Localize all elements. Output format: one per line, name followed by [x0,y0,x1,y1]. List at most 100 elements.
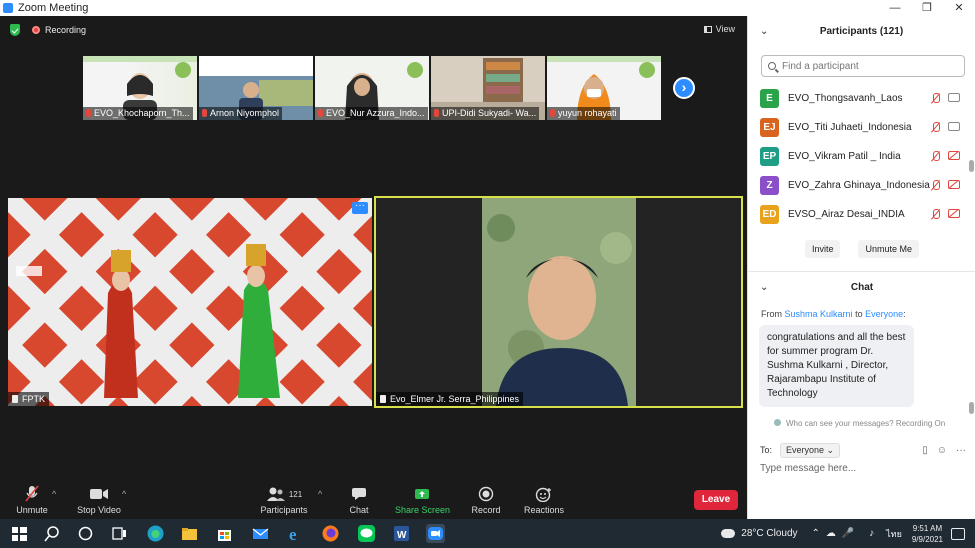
video-camera-icon[interactable] [948,122,960,131]
reactions-button[interactable]: Reactions [522,485,566,515]
gallery-tile-label: EVO_Khochaporn_Th... [83,107,193,120]
recording-dot-icon [32,26,40,34]
people-icon [774,419,781,426]
gallery-tile-label: EVO_Nur Azzura_Indo... [315,107,428,120]
search-placeholder: Find a participant [782,60,859,72]
invite-button[interactable]: Invite [804,240,841,258]
muted-mic-icon[interactable] [930,151,941,162]
video-tile-active-speaker[interactable]: Evo_Elmer Jr. Serra_Philippines [374,196,743,408]
store-icon[interactable] [215,524,234,543]
chat-sender[interactable]: Sushma Kulkarni [785,309,853,319]
participant-video-image [376,198,741,406]
participants-header: ⌄ Participants (121) [748,16,975,48]
recipient-select[interactable]: Everyone ⌄ [780,442,841,458]
input-language[interactable]: ไทย [886,527,902,541]
participants-actions: Invite Unmute Me [748,240,975,258]
windows-taskbar: e W 28°C Cloudy ⌃☁🎤 ♪ ไทย 9:51 AM 9/9/20… [0,519,975,548]
chat-message-input[interactable]: Type message here... [760,463,856,474]
minimize-button[interactable]: — [879,0,911,16]
muted-mic-icon [14,485,50,503]
emoji-icon[interactable]: ☺ [937,445,947,456]
mail-icon[interactable] [251,524,270,543]
close-button[interactable]: ✕ [943,0,975,16]
collapse-participants-chevron-icon[interactable]: ⌄ [760,16,768,48]
search-icon[interactable] [43,524,62,543]
zoom-app-icon [3,3,13,13]
participant-name: EVO_Vikram Patil _ India [788,151,901,162]
muted-mic-icon[interactable] [930,122,941,133]
collapse-chat-chevron-icon[interactable]: ⌄ [760,272,768,304]
zoom-taskbar-icon[interactable] [426,524,445,543]
video-off-icon[interactable] [948,151,960,160]
chat-recipient-bar: To: Everyone ⌄ ▯ ☺ ··· [760,442,966,458]
file-explorer-icon[interactable] [180,524,199,543]
gallery-tile[interactable]: EVO_Nur Azzura_Indo... [315,56,429,120]
security-shield-icon[interactable] [10,24,20,36]
edge-browser-icon[interactable] [146,524,165,543]
participant-row[interactable]: ED EVSO_Airaz Desai_INDIA [748,200,966,229]
participants-options-caret[interactable]: ^ [318,489,322,499]
participant-avatar: EP [760,147,779,166]
participant-search-input[interactable]: Find a participant [761,55,965,77]
participants-icon: 121 [258,485,310,503]
notifications-icon[interactable] [951,527,965,540]
word-icon[interactable]: W [392,524,411,543]
leave-button[interactable]: Leave [694,490,738,510]
gallery-next-button[interactable]: › [673,77,695,99]
chat-button[interactable]: Chat [342,485,376,515]
participant-name: EVSO_Airaz Desai_INDIA [788,209,905,220]
participant-video-image [8,198,372,406]
participant-row[interactable]: E EVO_Thongsavanh_Laos [748,84,966,113]
muted-mic-icon[interactable] [930,180,941,191]
participants-button[interactable]: 121 Participants [258,485,310,515]
cortana-icon[interactable] [76,524,95,543]
stop-video-button[interactable]: Stop Video [74,485,124,515]
internet-explorer-icon[interactable]: e [286,524,305,543]
gallery-tile[interactable]: EVO_Khochaporn_Th... [83,56,197,120]
participant-name: EVO_Zahra Ghinaya_Indonesia [788,180,930,191]
unmute-button[interactable]: Unmute [14,485,50,515]
recording-indicator[interactable]: Recording [32,25,86,35]
chat-recipient[interactable]: Everyone [865,309,903,319]
who-can-see-link[interactable]: Who can see your messages? Recording On [774,419,945,428]
file-icon[interactable]: ▯ [922,445,928,456]
tray-icons[interactable]: ⌃☁🎤 ♪ [812,528,881,539]
restore-button[interactable]: ❐ [911,0,943,16]
muted-mic-icon[interactable] [930,209,941,220]
window-titlebar: Zoom Meeting — ❐ ✕ [0,0,975,16]
clock-date: 9/9/2021 [911,534,943,544]
unmute-me-button[interactable]: Unmute Me [858,240,920,258]
clock[interactable]: 9:51 AM 9/9/2021 [912,523,943,545]
participants-scrollbar[interactable] [969,160,974,172]
gallery-tile-label: yuyun rohayati [547,107,620,120]
firefox-icon[interactable] [321,524,340,543]
gallery-view-icon [703,25,712,33]
video-off-icon[interactable] [948,180,960,189]
gallery-tile-label: Arnon Niyomphol [199,107,283,120]
participant-row[interactable]: EJ EVO_Titi Juhaeti_Indonesia [748,113,966,142]
task-view-icon[interactable] [110,524,129,543]
gallery-tile[interactable]: UPI-Didi Sukyadi- Wa... [431,56,545,120]
record-button[interactable]: Record [468,485,504,515]
windows-start-icon[interactable] [10,524,29,543]
video-tile-fptk[interactable]: ··· FPTK [8,198,372,406]
muted-mic-icon[interactable] [930,93,941,104]
video-camera-icon[interactable] [948,93,960,102]
chat-scrollbar[interactable] [969,402,974,414]
share-screen-icon [395,485,449,503]
video-options-caret[interactable]: ^ [122,489,126,499]
share-screen-button[interactable]: Share Screen [395,485,450,515]
participant-row[interactable]: EP EVO_Vikram Patil _ India [748,142,966,171]
chat-message-bubble: congratulations and all the best for sum… [759,325,914,407]
more-options-button[interactable]: ··· [352,201,368,214]
gallery-tile[interactable]: Arnon Niyomphol [199,56,313,120]
participant-row[interactable]: Z EVO_Zahra Ghinaya_Indonesia [748,171,966,200]
participant-name: EVO_Titi Juhaeti_Indonesia [788,122,912,133]
video-off-icon[interactable] [948,209,960,218]
audio-options-caret[interactable]: ^ [52,489,56,499]
more-icon[interactable]: ··· [956,445,966,456]
view-button[interactable]: View [703,24,735,34]
line-app-icon[interactable] [357,524,376,543]
weather-text[interactable]: 28°C Cloudy [741,528,797,539]
gallery-tile[interactable]: yuyun rohayati [547,56,661,120]
